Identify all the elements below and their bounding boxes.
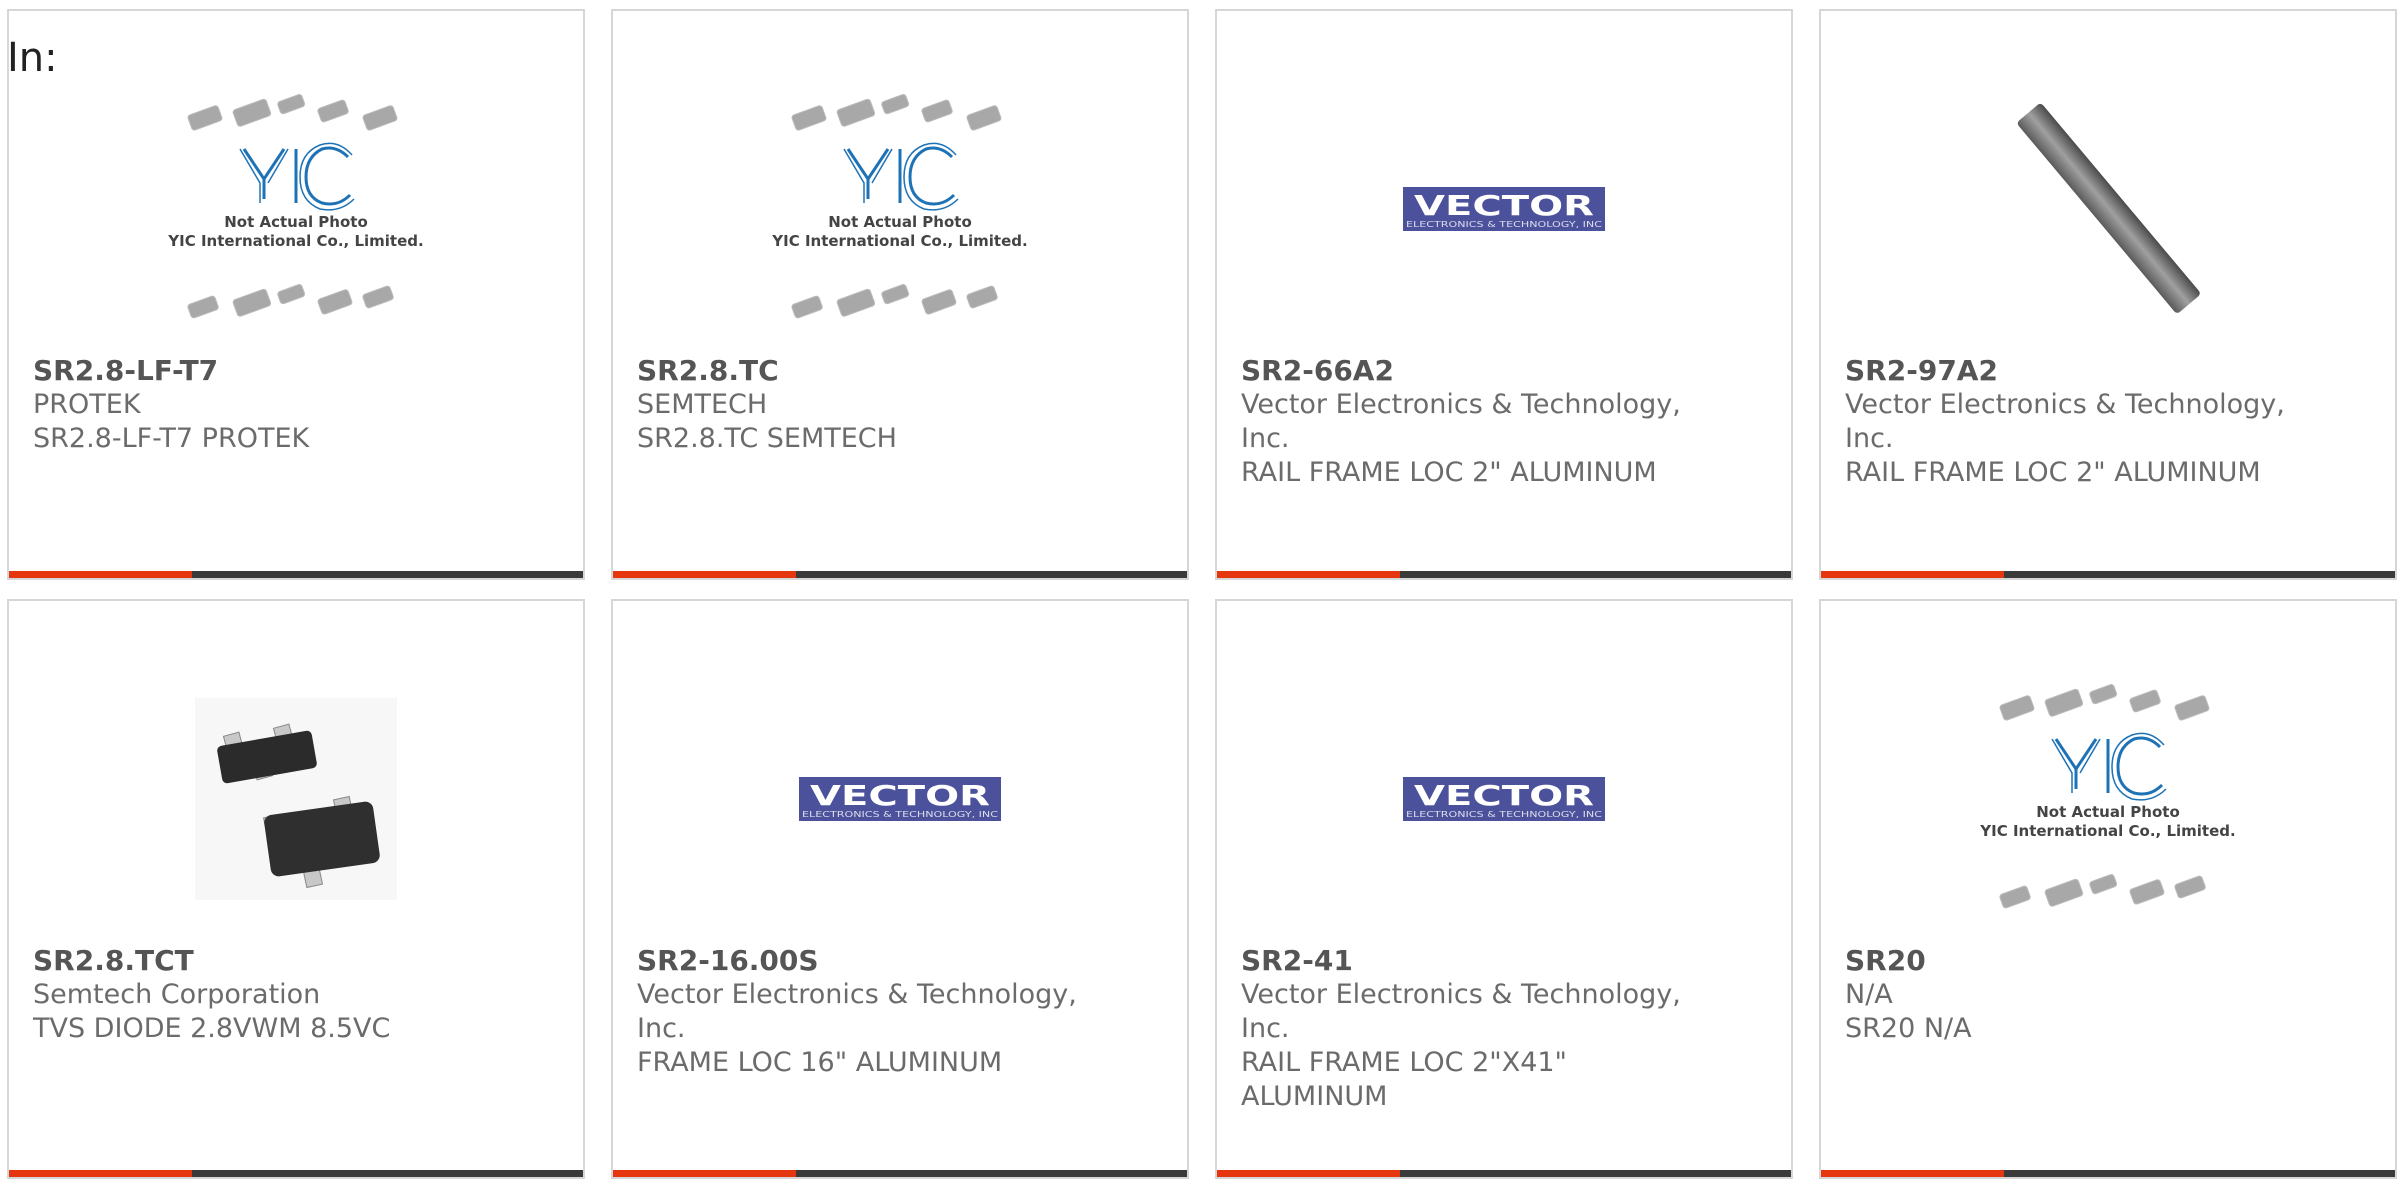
yic-placeholder-image: Not Actual PhotoYIC International Co., L… [771,94,1028,319]
card-accent-bar [1217,571,1400,578]
product-card[interactable]: Not Actual Photo YIC International Co., L… [7,9,585,580]
manufacturer-text: SEMTECH [637,389,768,420]
vector-logo: VECTORELECTRONICS & TECHNOLOGY, INC [799,777,1001,821]
vector-logo-word: VECTOR [1414,189,1594,222]
description-text: Inc. [1241,423,1290,454]
yic-note-line2: YIC International Co., Limited. [1979,822,2235,840]
card-accent-bar [1217,1170,1400,1177]
product-card[interactable]: VECTOR ELECTRONICS & TECHNOLOGY, INC SR2-1… [611,599,1189,1179]
card-accent-bar [9,571,192,578]
vector-logo-word: VECTOR [810,779,990,812]
product-image[interactable] [9,649,583,949]
product-image[interactable]: Not Actual Photo YIC International Co., L… [9,59,583,359]
product-card[interactable]: Not Actual Photo YIC International Co., L… [1819,599,2397,1179]
product-info: SR2-16.00S Vector Electronics & Technolog… [637,944,1157,1080]
manufacturer-text: Vector Electronics & Technology, [1845,389,2285,420]
product-info: SR2.8.TC SEMTECH SR2.8.TC SEMTECH [637,354,1157,456]
part-number-link[interactable]: SR2-41 [1241,944,1761,978]
card-bottom-bar [9,571,583,578]
product-image[interactable]: VECTOR ELECTRONICS & TECHNOLOGY, INC [613,649,1187,949]
rail-frame-photo [2017,104,2200,313]
part-number-link[interactable]: SR2-66A2 [1241,354,1761,388]
card-bottom-bar [1217,571,1791,578]
product-card[interactable]: SR2.8.TCT Semtech Corporation TVS DIODE 2.… [7,599,585,1179]
product-image[interactable]: Not Actual Photo YIC International Co., L… [1821,649,2395,949]
card-accent-bar [613,1170,796,1177]
yic-note-line1: Not Actual Photo [224,213,368,231]
description-text: SR20 N/A [1845,1013,1972,1044]
vector-logo-sub: ELECTRONICS & TECHNOLOGY, INC [1406,220,1603,229]
card-accent-bar [9,1170,192,1177]
manufacturer-text: Vector Electronics & Technology, [1241,979,1681,1010]
sot-chip-photo [195,698,397,900]
card-bottom-bar [1217,1170,1791,1177]
card-bottom-bar [613,571,1187,578]
product-card[interactable]: Not Actual Photo YIC International Co., L… [611,9,1189,580]
vector-logo-word: VECTOR [1414,779,1594,812]
description-text: SR2.8.TC SEMTECH [637,423,897,454]
manufacturer-text: N/A [1845,979,1893,1010]
product-info: SR2-97A2 Vector Electronics & Technology,… [1845,354,2365,490]
card-accent-bar [1821,1170,2004,1177]
description-text: ALUMINUM [1241,1081,1388,1112]
vector-logo: VECTORELECTRONICS & TECHNOLOGY, INC [1403,187,1605,231]
description-text: FRAME LOC 16" ALUMINUM [637,1047,1003,1078]
part-number-link[interactable]: SR2-16.00S [637,944,1157,978]
card-bottom-bar [1821,571,2395,578]
card-bottom-bar [613,1170,1187,1177]
product-info: SR2.8.TCT Semtech Corporation TVS DIODE 2.… [33,944,553,1046]
part-number-link[interactable]: SR2-97A2 [1845,354,2365,388]
product-image[interactable] [1821,59,2395,359]
product-info: SR2-66A2 Vector Electronics & Technology,… [1241,354,1761,490]
description-text: Inc. [1845,423,1894,454]
yic-logo [239,142,355,211]
description-text: SR2.8-LF-T7 PROTEK [33,423,310,454]
description-text: Inc. [637,1013,686,1044]
description-text: RAIL FRAME LOC 2" ALUMINUM [1241,457,1657,488]
yic-logo [2051,732,2167,801]
manufacturer-text: PROTEK [33,389,141,420]
yic-note-line1: Not Actual Photo [828,213,972,231]
description-text: Inc. [1241,1013,1290,1044]
vector-logo-sub: ELECTRONICS & TECHNOLOGY, INC [1406,810,1603,819]
product-info: SR2.8-LF-T7 PROTEK SR2.8-LF-T7 PROTEK [33,354,553,456]
filter-label: In: [7,35,58,81]
vector-logo-sub: ELECTRONICS & TECHNOLOGY, INC [802,810,999,819]
product-image[interactable]: VECTOR ELECTRONICS & TECHNOLOGY, INC [1217,649,1791,949]
card-bottom-bar [9,1170,583,1177]
product-info: SR2-41 Vector Electronics & Technology, In… [1241,944,1761,1114]
part-number-link[interactable]: SR2.8-LF-T7 [33,354,553,388]
part-number-link[interactable]: SR2.8.TCT [33,944,553,978]
product-card[interactable]: SR2-97A2 Vector Electronics & Technology,… [1819,9,2397,580]
product-image[interactable]: Not Actual Photo YIC International Co., L… [613,59,1187,359]
yic-logo [843,142,959,211]
yic-placeholder-image: Not Actual PhotoYIC International Co., L… [1979,684,2236,909]
part-number-link[interactable]: SR2.8.TC [637,354,1157,388]
manufacturer-text: Vector Electronics & Technology, [1241,389,1681,420]
yic-note-line2: YIC International Co., Limited. [167,232,423,250]
yic-placeholder-image: Not Actual PhotoYIC International Co., L… [167,94,424,319]
manufacturer-text: Vector Electronics & Technology, [637,979,1077,1010]
description-text: RAIL FRAME LOC 2"X41" [1241,1047,1567,1078]
product-image[interactable]: VECTOR ELECTRONICS & TECHNOLOGY, INC [1217,59,1791,359]
yic-note-line1: Not Actual Photo [2036,803,2180,821]
yic-note-line2: YIC International Co., Limited. [771,232,1027,250]
card-accent-bar [613,571,796,578]
manufacturer-text: Semtech Corporation [33,979,321,1010]
card-accent-bar [1821,571,2004,578]
part-number-link[interactable]: SR20 [1845,944,2365,978]
product-card[interactable]: VECTOR ELECTRONICS & TECHNOLOGY, INC SR2-6… [1215,9,1793,580]
vector-logo: VECTORELECTRONICS & TECHNOLOGY, INC [1403,777,1605,821]
card-bottom-bar [1821,1170,2395,1177]
product-info: SR20 N/A SR20 N/A [1845,944,2365,1046]
description-text: TVS DIODE 2.8VWM 8.5VC [33,1013,391,1044]
description-text: RAIL FRAME LOC 2" ALUMINUM [1845,457,2261,488]
product-card[interactable]: VECTOR ELECTRONICS & TECHNOLOGY, INC SR2-4… [1215,599,1793,1179]
